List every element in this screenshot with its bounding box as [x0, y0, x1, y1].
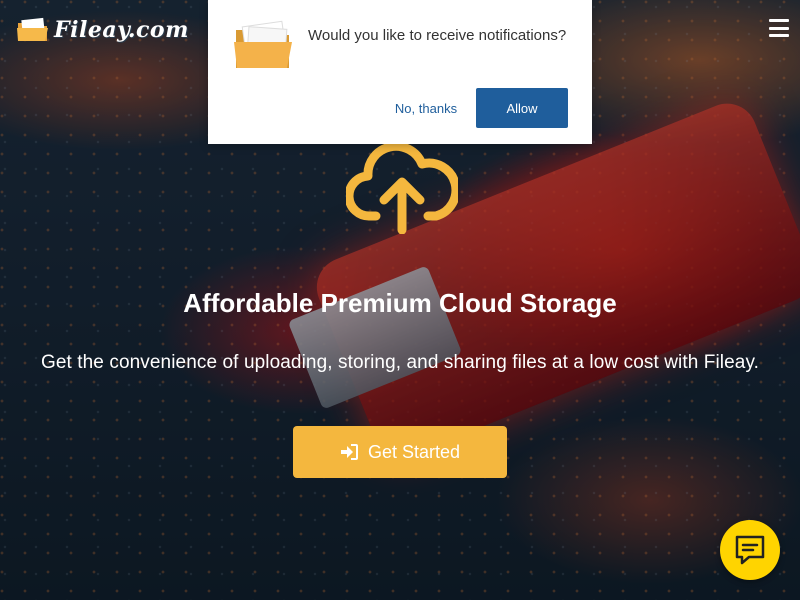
allow-button[interactable]: Allow	[476, 88, 568, 128]
hero-headline: Affordable Premium Cloud Storage	[183, 288, 617, 318]
folder-logo-icon	[17, 17, 48, 41]
brand-name: Fileay.com	[54, 17, 189, 43]
chat-icon	[735, 535, 765, 565]
notification-message: Would you like to receive notifications?	[308, 27, 567, 44]
site-logo[interactable]: Fileay.com	[16, 14, 189, 46]
hamburger-menu-icon[interactable]	[769, 19, 789, 37]
hero-subline: Get the convenience of uploading, storin…	[40, 352, 760, 373]
sign-in-icon	[340, 444, 358, 460]
folder-icon	[234, 20, 292, 68]
no-thanks-button[interactable]: No, thanks	[388, 88, 464, 128]
cloud-upload-icon	[346, 142, 458, 234]
notification-prompt: Would you like to receive notifications?…	[208, 0, 592, 144]
get-started-label: Get Started	[367, 441, 461, 462]
chat-button[interactable]	[720, 520, 780, 580]
get-started-button[interactable]: Get Started	[293, 426, 507, 478]
